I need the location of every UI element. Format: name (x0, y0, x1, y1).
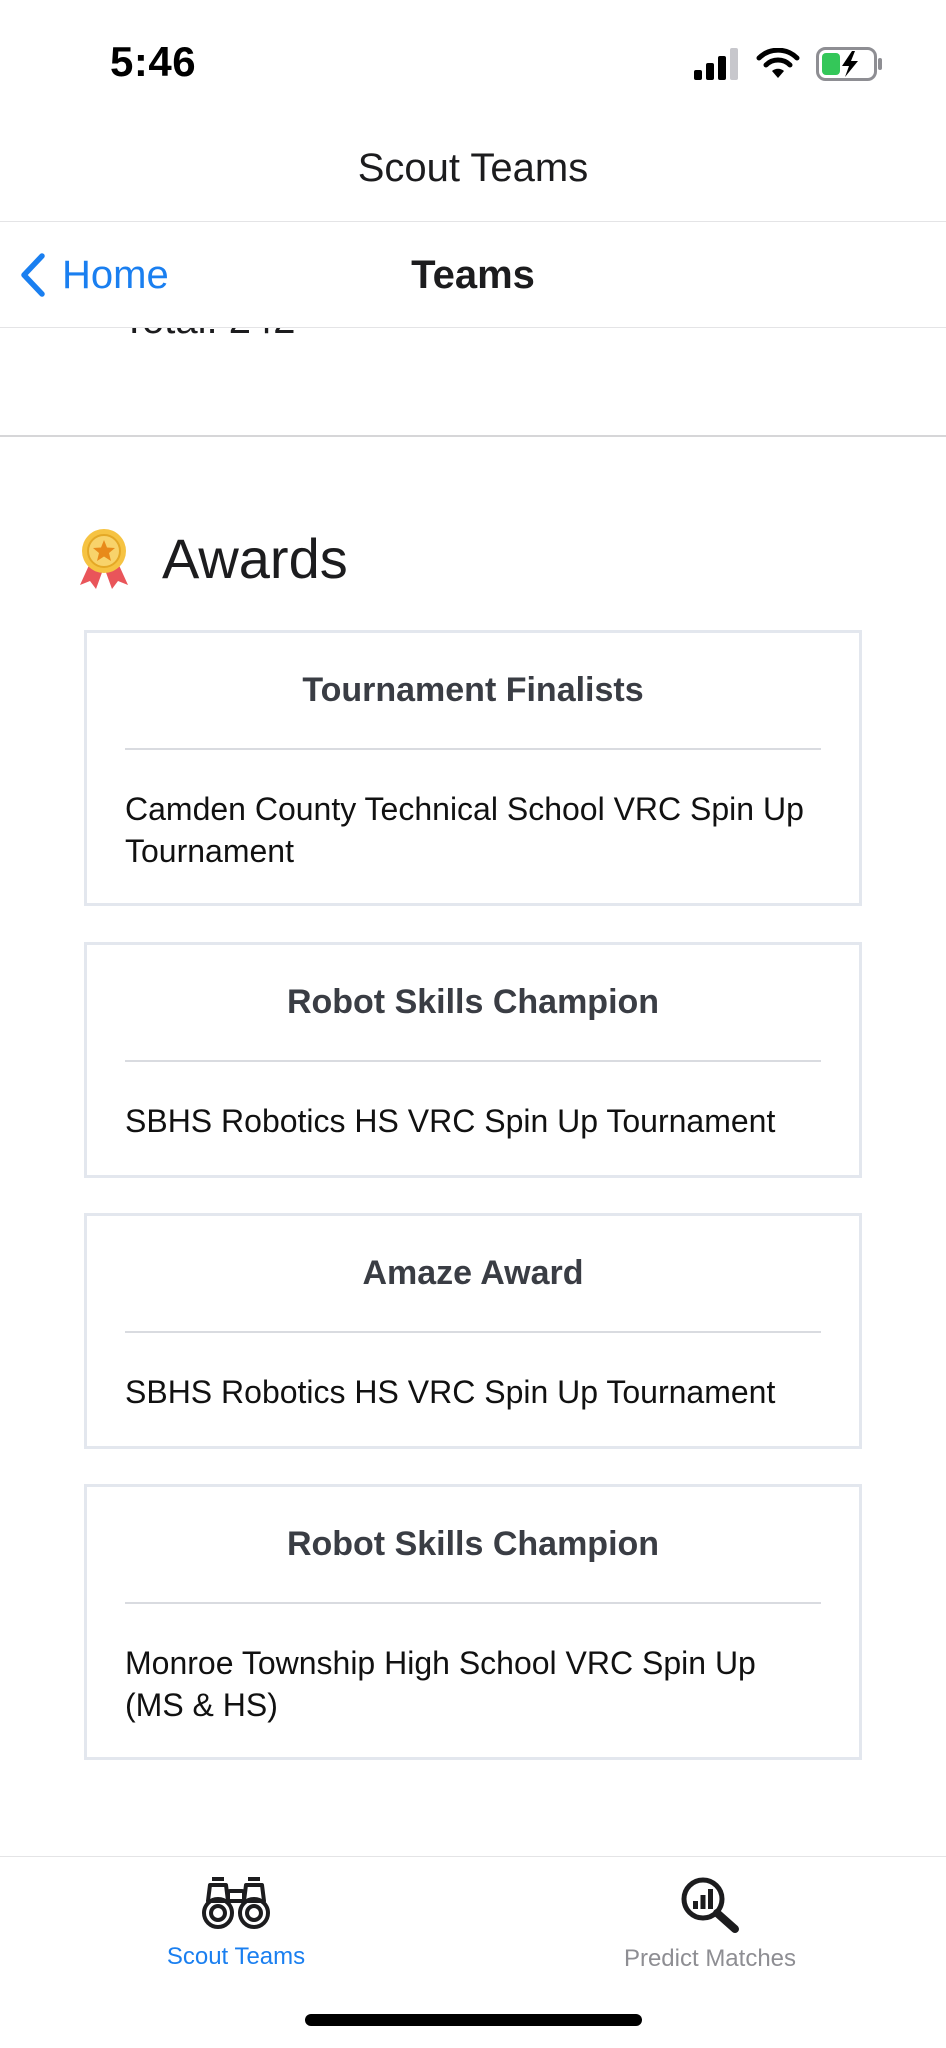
binoculars-icon (202, 1877, 270, 1929)
screen: 5:46 Scout Teams Home Teams Awards Tourn… (0, 0, 946, 2048)
award-card: Tournament Finalists Camden County Techn… (84, 630, 862, 906)
award-name: Robot Skills Champion (286, 1525, 660, 1563)
award-card: Robot Skills Champion SBHS Robotics HS V… (84, 942, 862, 1178)
award-event: SBHS Robotics HS VRC Spin Up Tournament (125, 1102, 776, 1139)
award-event: Monroe Township High School VRC Spin Up … (125, 1644, 756, 1723)
tab-label: Scout Teams (166, 1943, 306, 1970)
tab-label: Predict Matches (623, 1945, 797, 1972)
award-card: Amaze Award SBHS Robotics HS VRC Spin Up… (84, 1213, 862, 1449)
award-name: Robot Skills Champion (286, 983, 660, 1021)
award-card: Robot Skills Champion Monroe Township Hi… (84, 1484, 862, 1760)
award-event: SBHS Robotics HS VRC Spin Up Tournament (125, 1373, 776, 1410)
medal-icon (80, 528, 128, 589)
awards-title: Awards (162, 527, 348, 590)
status-time: 5:46 (110, 38, 197, 85)
back-button[interactable]: Home (18, 222, 169, 328)
award-name: Tournament Finalists (302, 671, 644, 709)
scroll-content[interactable]: Total: 242 Awards Tournament Finalists C… (0, 328, 946, 1856)
tab-scout-teams[interactable]: Scout Teams (86, 1875, 386, 1971)
award-event: Camden County Technical School VRC Spin … (125, 790, 804, 869)
battery-charging-icon (816, 47, 882, 81)
back-label: Home (62, 252, 169, 297)
home-indicator[interactable] (305, 2014, 642, 2026)
wifi-icon (756, 48, 800, 78)
navigation-bar: Scout Teams (0, 115, 946, 222)
magnifier-chart-icon (681, 1877, 739, 1933)
cellular-signal-icon (694, 48, 738, 80)
sub-navigation-bar: Home Teams (0, 222, 946, 328)
nav-title: Scout Teams (357, 145, 589, 190)
section-divider (0, 435, 946, 437)
awards-header: Awards (76, 526, 348, 591)
total-count: Total: 242 (122, 328, 295, 343)
chevron-left-icon (21, 253, 45, 297)
status-icons (694, 44, 884, 84)
award-name: Amaze Award (362, 1254, 584, 1292)
tab-predict-matches[interactable]: Predict Matches (560, 1875, 860, 1973)
status-bar: 5:46 (0, 0, 946, 115)
